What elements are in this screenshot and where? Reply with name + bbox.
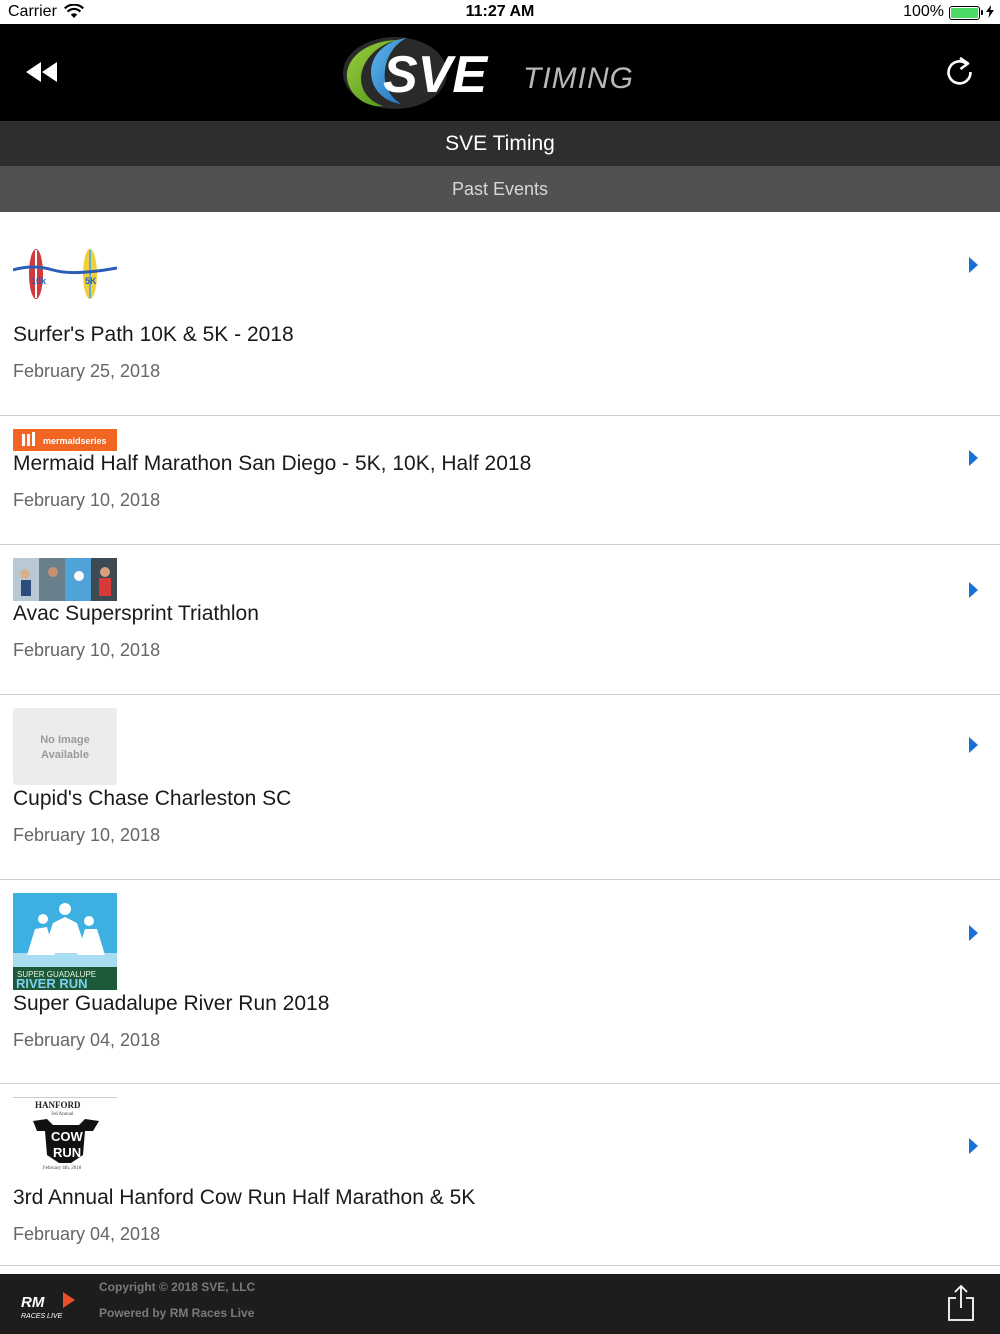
thumb-label: 5K	[85, 276, 97, 286]
status-bar: Carrier 11:27 AM 100%	[0, 0, 1000, 24]
event-thumbnail: 10k 5K	[13, 249, 117, 299]
rm-races-live-logo: RM RACES LIVE	[21, 1292, 75, 1320]
logo-sve-text: SVE	[383, 46, 488, 104]
refresh-icon	[947, 56, 972, 85]
charging-icon	[986, 5, 994, 18]
event-item[interactable]: mermaidseries Mermaid Half Marathon San …	[0, 416, 1000, 545]
event-date: February 10, 2018	[13, 825, 161, 845]
share-button[interactable]	[946, 1284, 976, 1322]
event-title: Surfer's Path 10K & 5K - 2018	[13, 323, 294, 346]
share-icon	[948, 1284, 974, 1321]
battery-icon	[949, 6, 983, 20]
sve-timing-logo: SVE TIMING	[343, 37, 634, 109]
rewind-icon	[26, 62, 57, 82]
app-header: SVE TIMING	[0, 24, 1000, 121]
footer: RM RACES LIVE Copyright © 2018 SVE, LLC …	[0, 1274, 1000, 1334]
footer-logo-sub: RACES LIVE	[21, 1313, 63, 1320]
back-button[interactable]	[22, 54, 62, 90]
event-title: Super Guadalupe River Run 2018	[13, 992, 330, 1015]
event-title: Mermaid Half Marathon San Diego - 5K, 10…	[13, 452, 532, 475]
event-date: February 04, 2018	[13, 1224, 161, 1244]
chevron-right-icon	[969, 450, 978, 466]
chevron-right-icon	[969, 582, 978, 598]
chevron-right-icon	[969, 737, 978, 753]
battery-percent: 100%	[903, 3, 944, 20]
thumb-label: RIVER RUN	[16, 976, 88, 990]
refresh-button[interactable]	[944, 54, 976, 90]
section-label-past-events: Past Events	[0, 166, 1000, 212]
footer-powered-by[interactable]: Powered by RM Races Live	[99, 1306, 254, 1320]
event-item[interactable]: Avac Supersprint Triathlon February 10, …	[0, 545, 1000, 695]
event-date: February 25, 2018	[13, 361, 161, 381]
page-title: SVE Timing	[0, 121, 1000, 166]
thumb-label: mermaidseries	[43, 436, 107, 446]
event-item[interactable]: No Image Available Cupid's Chase Charles…	[0, 695, 1000, 880]
event-thumbnail	[13, 558, 117, 601]
event-title: Cupid's Chase Charleston SC	[13, 787, 292, 810]
event-item[interactable]: HANFORD 3rd Annual COW RUN February 4th,…	[0, 1084, 1000, 1266]
chevron-right-icon	[969, 257, 978, 273]
thumb-label: No Image	[40, 734, 90, 746]
event-item[interactable]: SUPER GUADALUPE RIVER RUN Super Guadalup…	[0, 880, 1000, 1084]
thumb-label: February 4th, 2018	[43, 1166, 82, 1171]
no-image-placeholder: No Image Available	[13, 708, 117, 785]
thumb-label: Available	[41, 749, 89, 761]
clock: 11:27 AM	[465, 3, 535, 20]
chevron-right-icon	[969, 925, 978, 941]
thumb-label: HANFORD	[35, 1100, 81, 1110]
thumb-label: RUN	[53, 1145, 81, 1160]
event-thumbnail: mermaidseries	[13, 429, 117, 451]
event-date: February 10, 2018	[13, 490, 161, 510]
event-thumbnail: HANFORD 3rd Annual COW RUN February 4th,…	[13, 1097, 117, 1172]
footer-logo-text: RM	[21, 1294, 45, 1311]
chevron-right-icon	[969, 1138, 978, 1154]
event-title: 3rd Annual Hanford Cow Run Half Marathon…	[13, 1186, 476, 1209]
event-date: February 10, 2018	[13, 640, 161, 660]
thumb-label: 3rd Annual	[51, 1112, 74, 1117]
logo-timing-text: TIMING	[523, 62, 634, 95]
thumb-label: 10k	[31, 276, 47, 286]
event-title: Avac Supersprint Triathlon	[13, 602, 259, 625]
event-item[interactable]: 10k 5K Surfer's Path 10K & 5K - 2018 Feb…	[0, 212, 1000, 416]
event-date: February 04, 2018	[13, 1030, 161, 1050]
thumb-label: COW	[51, 1129, 84, 1144]
footer-copyright: Copyright © 2018 SVE, LLC	[99, 1280, 256, 1294]
event-thumbnail: SUPER GUADALUPE RIVER RUN	[13, 893, 117, 990]
